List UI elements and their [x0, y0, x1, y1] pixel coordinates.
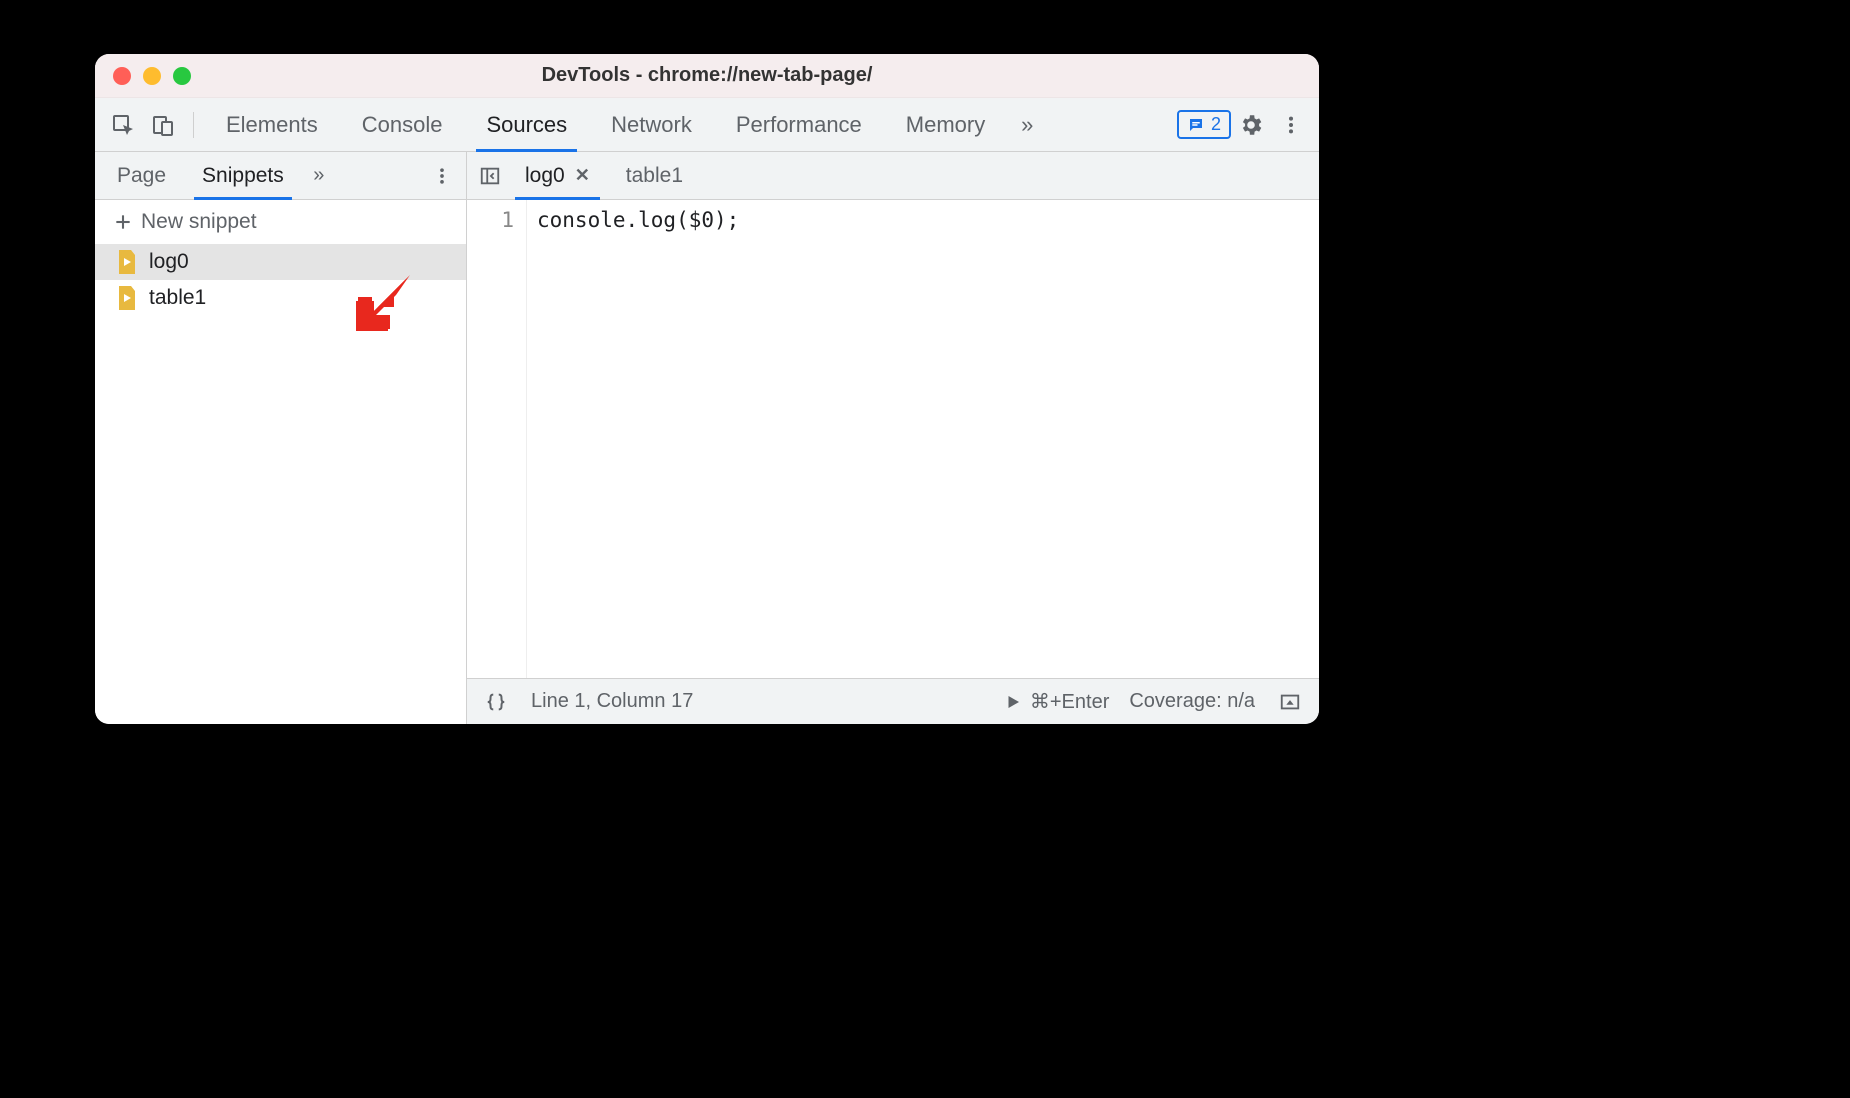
snippet-item[interactable]: log0 [95, 244, 466, 280]
file-tab-label: log0 [525, 164, 565, 188]
editor-pane: log0 ✕ table1 1 console.log($0); Line 1, C… [467, 152, 1319, 724]
new-snippet-button[interactable]: New snippet [95, 200, 466, 244]
main-tab-performance[interactable]: Performance [714, 98, 884, 151]
navigator-kebab-icon[interactable] [422, 156, 462, 196]
show-drawer-icon[interactable] [1275, 682, 1305, 722]
navigator-overflow-button[interactable]: » [302, 156, 336, 196]
tabs-overflow-button[interactable]: » [1007, 105, 1047, 145]
devtools-window: DevTools - chrome://new-tab-page/ Elemen… [95, 54, 1319, 724]
snippet-item[interactable]: table1 [95, 280, 466, 316]
main-tab-sources[interactable]: Sources [464, 98, 589, 151]
file-tab[interactable]: log0 ✕ [507, 152, 608, 199]
navigator-sidebar: PageSnippets » New snippet log0 table1 [95, 152, 467, 724]
new-snippet-label: New snippet [141, 210, 257, 234]
inspect-element-icon[interactable] [103, 105, 143, 145]
main-tab-console[interactable]: Console [340, 98, 465, 151]
snippet-list: log0 table1 [95, 244, 466, 724]
snippet-file-icon [117, 286, 137, 310]
close-tab-icon[interactable]: ✕ [575, 165, 590, 186]
snippet-file-icon [117, 250, 137, 274]
zoom-window-button[interactable] [173, 67, 191, 85]
main-toolbar: ElementsConsoleSourcesNetworkPerformance… [95, 98, 1319, 152]
file-tabs: log0 ✕ table1 [467, 152, 1319, 200]
cursor-position: Line 1, Column 17 [531, 690, 693, 713]
panel-body: PageSnippets » New snippet log0 table1 [95, 152, 1319, 724]
settings-icon[interactable] [1231, 105, 1271, 145]
main-tab-elements[interactable]: Elements [204, 98, 340, 151]
file-tab-label: table1 [626, 164, 683, 188]
messages-count: 2 [1211, 114, 1221, 135]
kebab-menu-icon[interactable] [1271, 105, 1311, 145]
main-tab-memory[interactable]: Memory [884, 98, 1007, 151]
chat-icon [1187, 116, 1205, 134]
main-tab-network[interactable]: Network [589, 98, 714, 151]
titlebar: DevTools - chrome://new-tab-page/ [95, 54, 1319, 98]
coverage-status: Coverage: n/a [1129, 690, 1255, 713]
line-gutter: 1 [467, 200, 527, 678]
line-number: 1 [467, 208, 514, 232]
code-line: console.log($0); [537, 208, 739, 232]
status-bar: Line 1, Column 17 ⌘+Enter Coverage: n/a [467, 678, 1319, 724]
plus-icon [113, 212, 133, 232]
code-editor[interactable]: 1 console.log($0); [467, 200, 1319, 678]
run-shortcut-hint: ⌘+Enter [1030, 689, 1109, 714]
device-toolbar-icon[interactable] [143, 105, 183, 145]
navigator-tab-snippets[interactable]: Snippets [184, 152, 302, 199]
code-content: console.log($0); [527, 200, 749, 678]
window-controls [113, 67, 191, 85]
play-icon [1004, 693, 1022, 711]
minimize-window-button[interactable] [143, 67, 161, 85]
snippet-name: table1 [149, 286, 206, 310]
navigator-tab-page[interactable]: Page [99, 152, 184, 199]
close-window-button[interactable] [113, 67, 131, 85]
show-navigator-icon[interactable] [473, 156, 507, 196]
navigator-tabs: PageSnippets » [95, 152, 466, 200]
run-snippet-button[interactable]: ⌘+Enter [1004, 689, 1109, 714]
pretty-print-icon[interactable] [481, 682, 511, 722]
toolbar-divider [193, 112, 194, 138]
messages-chip[interactable]: 2 [1177, 110, 1231, 139]
window-title: DevTools - chrome://new-tab-page/ [95, 64, 1319, 87]
file-tab[interactable]: table1 [608, 152, 701, 199]
snippet-name: log0 [149, 250, 189, 274]
